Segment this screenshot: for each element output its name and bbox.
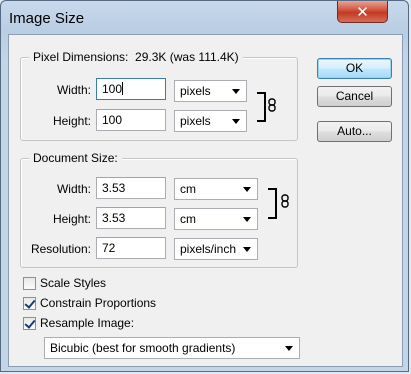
- doc-height-label: Height:: [52, 212, 91, 226]
- doc-height-value: 3.53: [102, 211, 126, 225]
- pixel-height-unit-select[interactable]: pixels: [174, 110, 247, 132]
- pixel-width-label: Width:: [56, 83, 91, 97]
- document-size-label: Document Size:: [29, 151, 122, 165]
- cancel-button[interactable]: Cancel: [317, 86, 392, 107]
- constrain-proportions-checkbox[interactable]: [23, 296, 36, 310]
- resample-image-option[interactable]: Resample Image:: [23, 315, 134, 331]
- pixel-dimensions-label: Pixel Dimensions:: [33, 50, 129, 64]
- resample-method-select[interactable]: Bicubic (best for smooth gradients): [44, 337, 300, 359]
- doc-width-unit-select[interactable]: cm: [174, 178, 258, 200]
- scale-styles-option[interactable]: Scale Styles: [23, 275, 106, 291]
- constrain-proportions-label: Constrain Proportions: [40, 296, 157, 310]
- text-cursor: [122, 82, 124, 95]
- pixel-height-unit: pixels: [180, 114, 211, 128]
- doc-height-unit: cm: [180, 212, 196, 226]
- close-icon: ✕: [356, 3, 369, 21]
- chevron-down-icon: [243, 187, 251, 192]
- pixel-dimensions-size: 29.3K (was 111.4K): [135, 50, 239, 64]
- scale-styles-label: Scale Styles: [40, 276, 107, 290]
- constrain-proportions-option[interactable]: Constrain Proportions: [23, 295, 156, 311]
- resolution-value: 72: [102, 241, 116, 255]
- pixel-width-unit: pixels: [180, 84, 211, 98]
- close-button[interactable]: ✕: [337, 1, 388, 23]
- pixel-dimensions-header: Pixel Dimensions: 29.3K (was 111.4K): [29, 50, 243, 64]
- pixel-width-input[interactable]: 100: [96, 78, 166, 100]
- pixel-height-value: 100: [102, 113, 123, 127]
- resample-image-label: Resample Image:: [40, 316, 135, 330]
- pixel-constrain-bracket: [257, 92, 266, 122]
- resample-image-checkbox[interactable]: [23, 316, 36, 330]
- title-bar[interactable]: Image Size ✕: [1, 1, 408, 35]
- pixel-height-input[interactable]: 100: [96, 109, 166, 131]
- pixel-height-label: Height:: [52, 114, 91, 128]
- doc-constrain-bracket: [268, 188, 277, 219]
- scale-styles-checkbox[interactable]: [23, 276, 36, 290]
- chevron-down-icon: [243, 247, 251, 252]
- resolution-input[interactable]: 72: [96, 237, 166, 259]
- doc-width-value: 3.53: [102, 181, 126, 195]
- auto-button[interactable]: Auto...: [317, 121, 392, 142]
- doc-width-unit: cm: [180, 182, 196, 196]
- doc-height-unit-select[interactable]: cm: [174, 208, 258, 230]
- doc-width-input[interactable]: 3.53: [96, 177, 166, 199]
- ok-button[interactable]: OK: [317, 58, 392, 79]
- resolution-unit: pixels/inch: [180, 242, 237, 256]
- pixel-width-value: 100: [102, 82, 123, 96]
- doc-width-label: Width:: [56, 182, 91, 196]
- resample-method-value: Bicubic (best for smooth gradients): [50, 341, 236, 355]
- resolution-label: Resolution:: [30, 242, 91, 256]
- chevron-down-icon: [232, 89, 240, 94]
- resolution-unit-select[interactable]: pixels/inch: [174, 238, 258, 260]
- chain-link-icon: [281, 194, 289, 208]
- chevron-down-icon: [243, 217, 251, 222]
- pixel-width-unit-select[interactable]: pixels: [174, 80, 247, 102]
- chevron-down-icon: [232, 119, 240, 124]
- chain-link-icon: [268, 98, 276, 112]
- dialog-body: Pixel Dimensions: 29.3K (was 111.4K) Wid…: [8, 34, 403, 367]
- dialog-title: Image Size: [9, 10, 85, 27]
- image-size-dialog: Image Size ✕ Pixel Dimensions: 29.3K (wa…: [0, 0, 409, 372]
- doc-height-input[interactable]: 3.53: [96, 207, 166, 229]
- chevron-down-icon: [285, 346, 293, 351]
